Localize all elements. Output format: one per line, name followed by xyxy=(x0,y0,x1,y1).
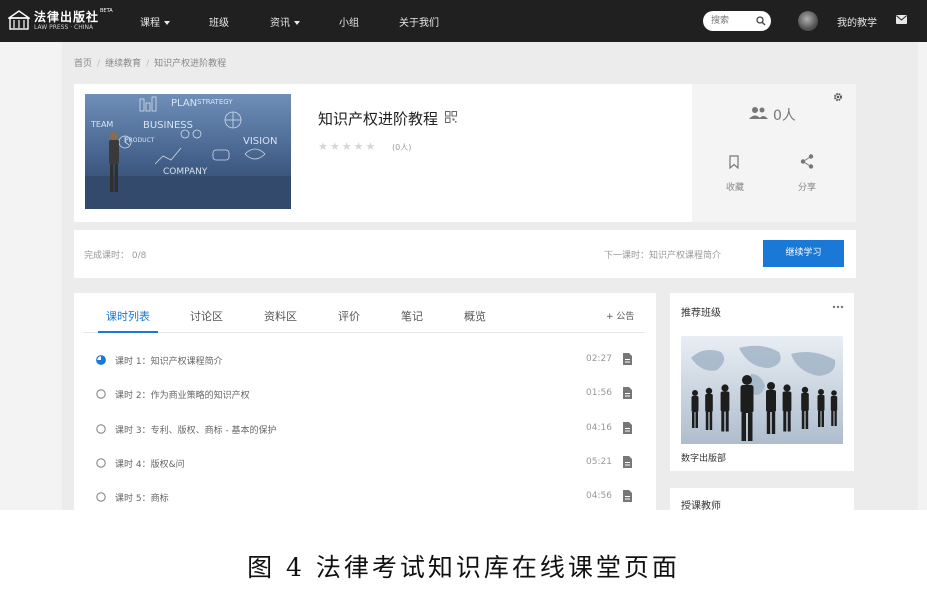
teacher-card: 授课教师 xyxy=(670,488,854,510)
nav-item-label: 资讯 xyxy=(270,18,290,29)
lesson-item[interactable]: 课时 1：知识产权课程简介 02:27 xyxy=(74,351,656,371)
tab-discussion[interactable]: 讨论区 xyxy=(190,308,223,324)
breadcrumb-category[interactable]: 继续教育 xyxy=(105,59,141,69)
lesson-item[interactable]: 课时 2：作为商业策略的知识产权 01:56 xyxy=(74,385,656,405)
search-input[interactable] xyxy=(711,14,753,28)
svg-text:COMPANY: COMPANY xyxy=(163,167,208,177)
figure-caption: 图 4 法律考试知识库在线课堂页面 xyxy=(247,553,680,582)
document-icon xyxy=(623,422,632,434)
lesson-title: 课时 5：商标 xyxy=(115,494,169,504)
recommended-class-card: 推荐班级 数字出版部 xyxy=(670,293,854,471)
people-icon xyxy=(749,107,768,119)
search-icon[interactable] xyxy=(756,16,766,26)
nav-item-label: 课程 xyxy=(140,18,160,29)
nav-item-news[interactable]: 资讯 xyxy=(270,14,300,29)
lesson-duration: 04:16 xyxy=(586,423,612,433)
svg-text:VISION: VISION xyxy=(243,136,277,147)
next-lesson-link[interactable]: 下一课时：知识产权课程简介 xyxy=(604,248,721,261)
lesson-title: 课时 4：版权&问 xyxy=(115,460,185,470)
svg-text:PLAN: PLAN xyxy=(171,98,197,109)
lesson-duration: 04:56 xyxy=(586,491,612,501)
study-progress-bar: 完成课时： 0/8 下一课时：知识产权课程简介 继续学习 xyxy=(74,230,856,278)
breadcrumb: 首页 / 继续教育 / 知识产权进阶教程 xyxy=(74,56,226,69)
lesson-item[interactable]: 课时 3：专利、版权、商标 - 基本的保护 04:16 xyxy=(74,420,656,440)
my-teaching-link[interactable]: 我的教学 xyxy=(837,14,877,29)
nav-item-about[interactable]: 关于我们 xyxy=(399,14,439,29)
more-icon[interactable] xyxy=(832,305,844,309)
svg-text:BUSINESS: BUSINESS xyxy=(143,120,193,131)
course-cover-image[interactable]: PLAN STRATEGY TEAM BUSINESS PRODUCT VISI… xyxy=(85,94,291,209)
share-label: 分享 xyxy=(798,183,817,193)
lesson-not-started-icon xyxy=(96,424,106,434)
top-navbar: 法律出版社 BETA LAW PRESS · CHINA 课程 班级 资讯 小组… xyxy=(0,0,927,42)
search-box xyxy=(703,11,771,31)
brand-logo[interactable]: 法律出版社 BETA LAW PRESS · CHINA xyxy=(8,7,113,35)
lesson-item[interactable]: 课时 4：版权&问 05:21 xyxy=(74,454,656,474)
favorite-label: 收藏 xyxy=(726,183,745,193)
rating-count: (0人) xyxy=(392,143,412,152)
document-icon xyxy=(623,387,632,399)
recommended-class-name[interactable]: 数字出版部 xyxy=(681,451,726,464)
course-title: 知识产权进阶教程 xyxy=(318,110,439,128)
recommended-class-title: 推荐班级 xyxy=(681,308,721,319)
share-icon xyxy=(800,154,814,169)
tab-divider xyxy=(84,332,644,333)
lesson-title: 课时 2：作为商业策略的知识产权 xyxy=(115,391,250,401)
continue-learning-button[interactable]: 继续学习 xyxy=(763,240,844,267)
class-cover-image[interactable] xyxy=(681,336,843,444)
tab-lesson-list[interactable]: 课时列表 xyxy=(106,308,150,324)
nav-item-label: 关于我们 xyxy=(399,18,439,29)
lesson-item[interactable]: 课时 5：商标 04:56 xyxy=(74,488,656,508)
tab-materials[interactable]: 资料区 xyxy=(264,308,297,324)
tab-overview[interactable]: 概览 xyxy=(464,308,486,324)
nav-item-groups[interactable]: 小组 xyxy=(339,14,359,29)
nav-item-label: 班级 xyxy=(209,18,229,29)
brand-name-cn: 法律出版社 xyxy=(34,10,100,24)
lesson-in-progress-icon xyxy=(96,355,106,365)
brand-beta-tag: BETA xyxy=(100,8,113,14)
nav-item-courses[interactable]: 课程 xyxy=(140,14,170,29)
tab-notes[interactable]: 笔记 xyxy=(401,308,423,324)
lesson-not-started-icon xyxy=(96,389,106,399)
law-press-logo-icon xyxy=(8,10,30,30)
document-icon xyxy=(623,490,632,502)
svg-text:PRODUCT: PRODUCT xyxy=(125,137,155,144)
active-tab-indicator xyxy=(98,331,158,333)
bookmark-icon xyxy=(729,155,739,169)
nav-item-classes[interactable]: 班级 xyxy=(209,14,229,29)
teacher-card-title: 授课教师 xyxy=(681,501,721,510)
nav-item-label: 小组 xyxy=(339,18,359,29)
breadcrumb-current: 知识产权进阶教程 xyxy=(154,59,227,69)
user-avatar[interactable] xyxy=(798,11,818,31)
announcement-button[interactable]: + 公告 xyxy=(606,309,634,322)
lesson-duration: 05:21 xyxy=(586,457,612,467)
course-header-card: PLAN STRATEGY TEAM BUSINESS PRODUCT VISI… xyxy=(74,84,856,222)
lesson-duration: 02:27 xyxy=(586,354,612,364)
lesson-title: 课时 3：专利、版权、商标 - 基本的保护 xyxy=(115,426,277,436)
lesson-not-started-icon xyxy=(96,458,106,468)
svg-text:TEAM: TEAM xyxy=(90,120,113,129)
document-icon xyxy=(623,456,632,468)
breadcrumb-separator: / xyxy=(97,59,101,69)
chevron-down-icon xyxy=(294,21,300,25)
lesson-not-started-icon xyxy=(96,492,106,502)
breadcrumb-home[interactable]: 首页 xyxy=(74,59,92,69)
lessons-card: 课时列表 讨论区 资料区 评价 笔记 概览 + 公告 课时 1：知识产权课程简介… xyxy=(74,293,656,510)
brand-name-en: LAW PRESS · CHINA xyxy=(34,24,94,31)
lesson-duration: 01:56 xyxy=(586,388,612,398)
screenshot: 法律出版社 BETA LAW PRESS · CHINA 课程 班级 资讯 小组… xyxy=(0,0,927,510)
document-icon xyxy=(623,353,632,365)
lesson-title: 课时 1：知识产权课程简介 xyxy=(115,357,223,367)
mail-icon[interactable] xyxy=(896,15,907,24)
rating-stars: ★★★★★ xyxy=(318,140,378,153)
tab-reviews[interactable]: 评价 xyxy=(338,308,360,324)
svg-text:STRATEGY: STRATEGY xyxy=(197,98,233,106)
chevron-down-icon xyxy=(164,21,170,25)
breadcrumb-separator: / xyxy=(146,59,150,69)
completed-lessons: 完成课时： 0/8 xyxy=(84,251,147,261)
qr-code-icon[interactable] xyxy=(445,111,457,123)
student-count: 0人 xyxy=(773,108,796,124)
gear-icon[interactable] xyxy=(833,92,843,102)
